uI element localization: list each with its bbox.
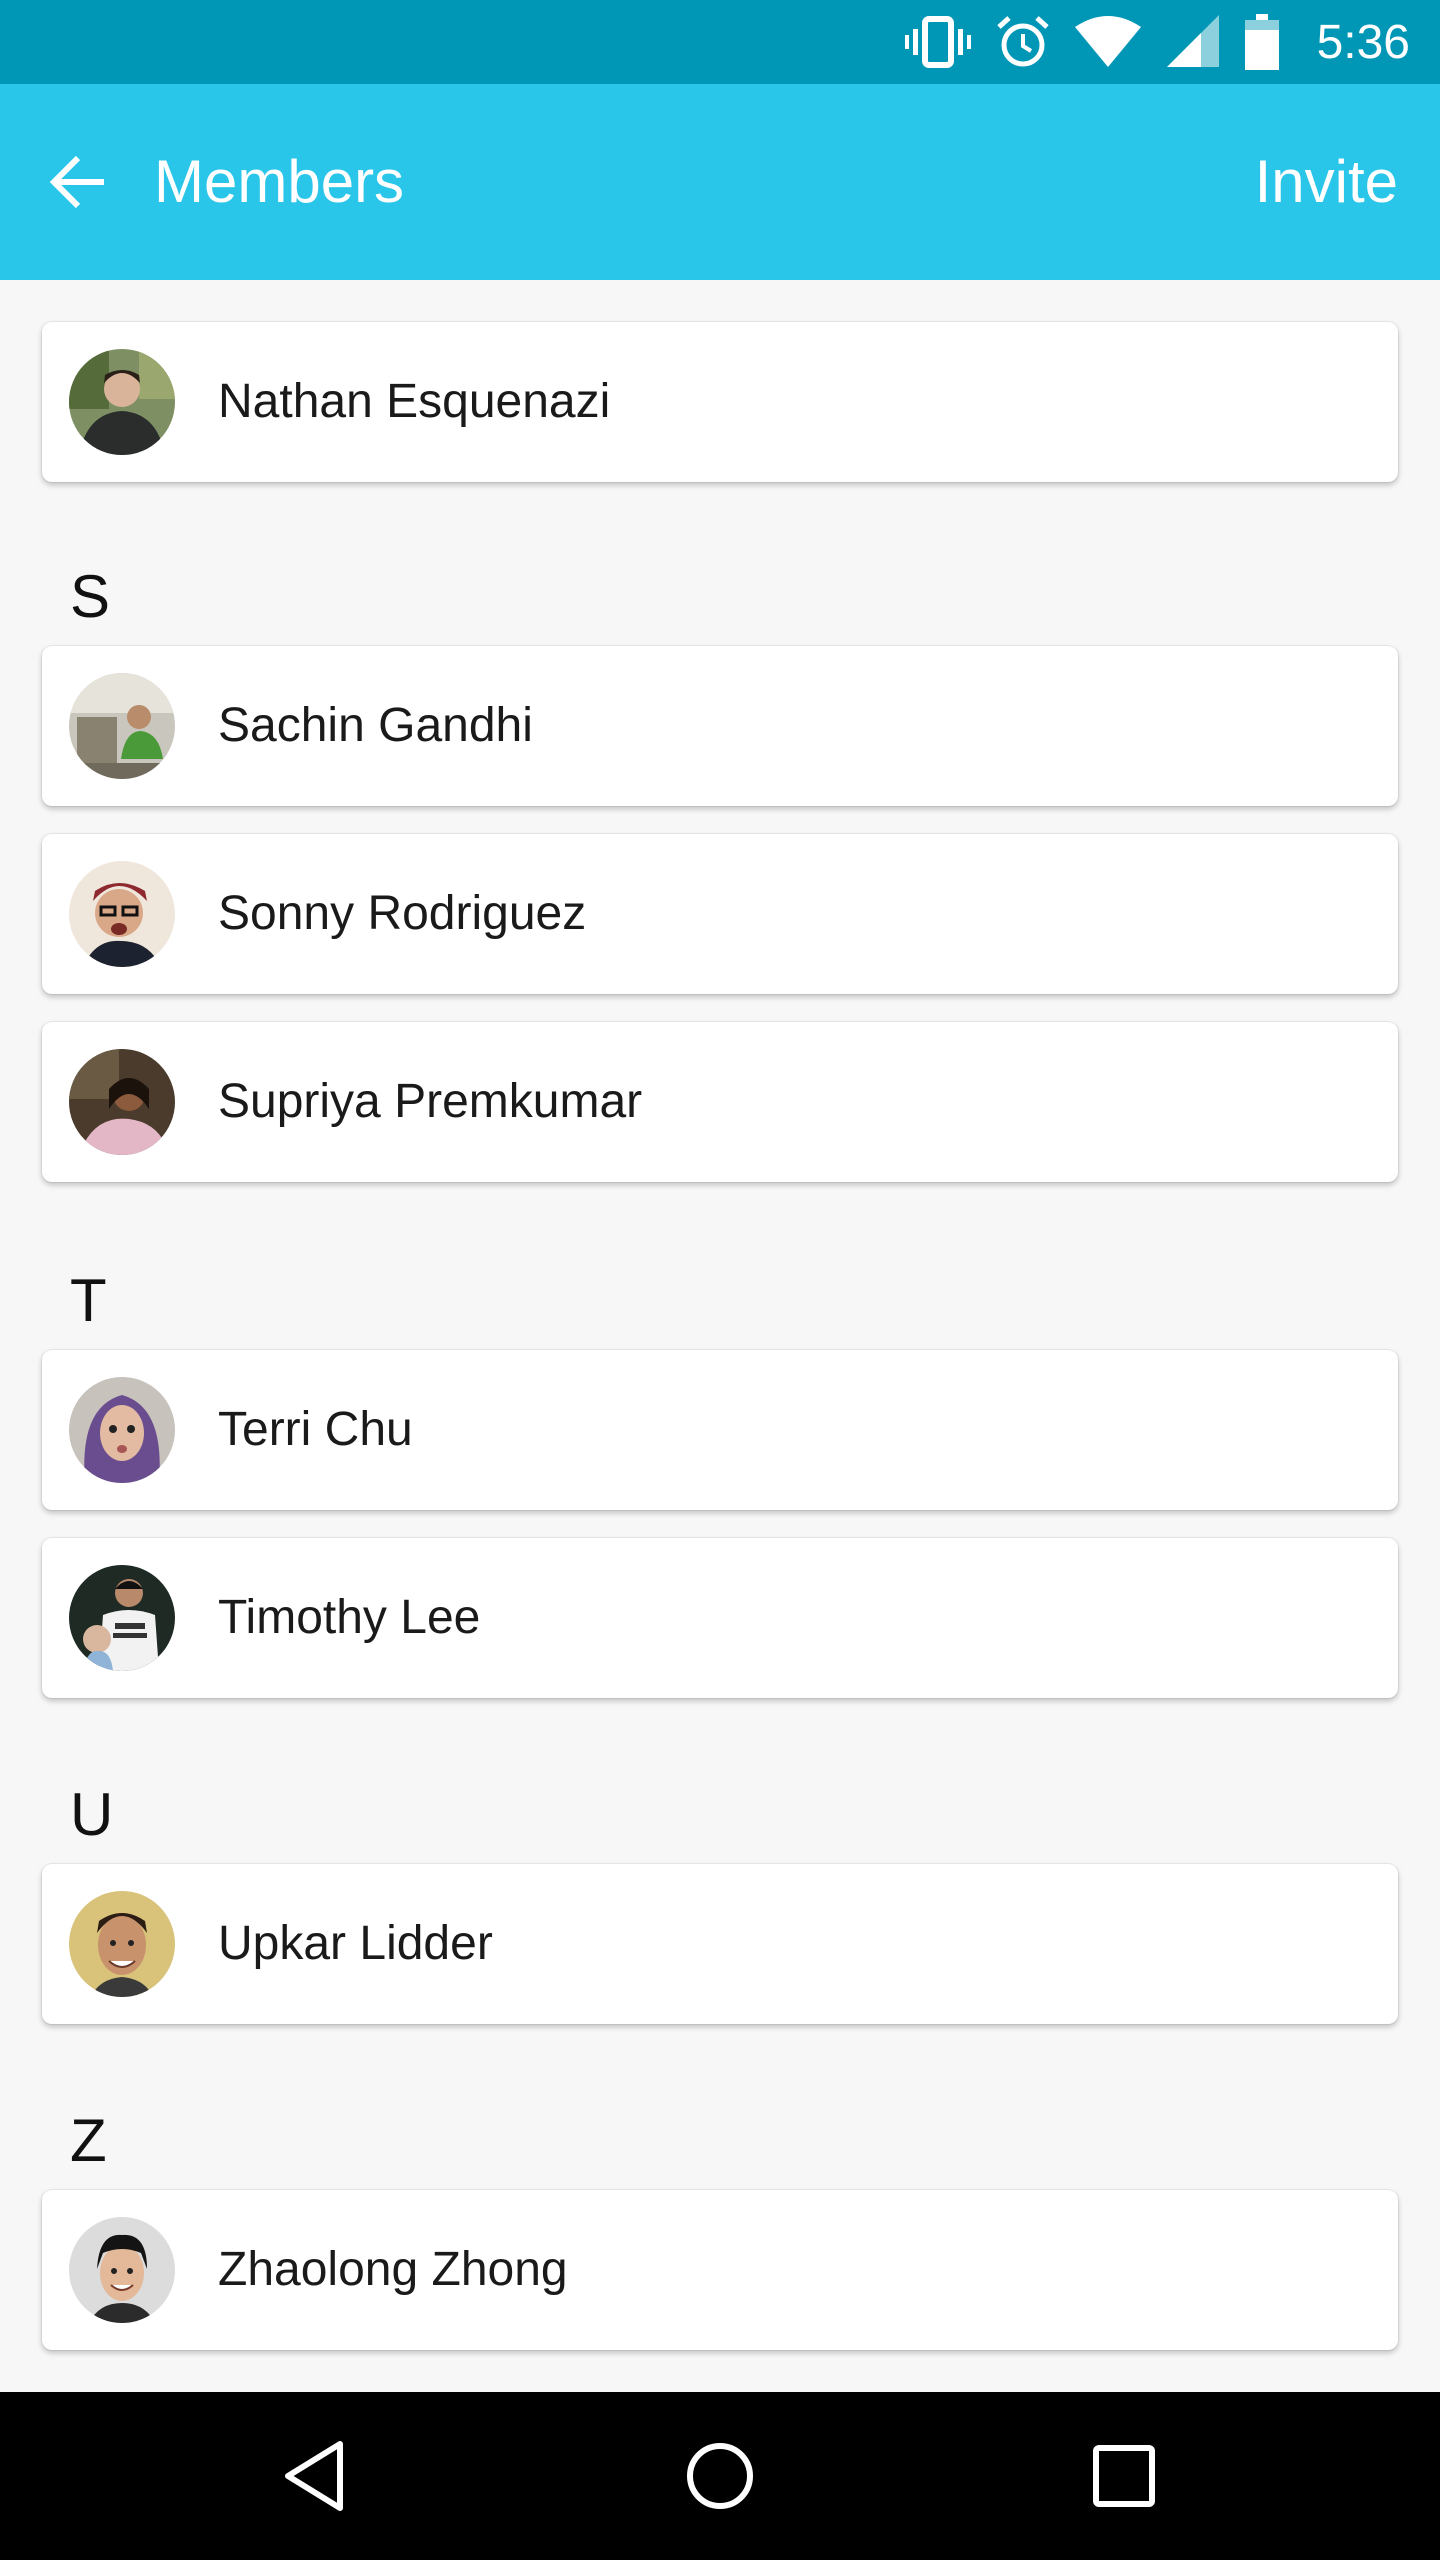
app-bar: Members Invite bbox=[0, 84, 1440, 280]
navigation-bar bbox=[0, 2392, 1440, 2560]
member-name: Supriya Premkumar bbox=[218, 1075, 643, 1128]
page-title: Members bbox=[154, 148, 405, 215]
status-icons: 5:36 bbox=[904, 0, 1410, 84]
nav-home-icon bbox=[687, 2443, 753, 2509]
back-button[interactable] bbox=[30, 134, 126, 230]
nav-recents-button[interactable] bbox=[1064, 2416, 1184, 2536]
member-card[interactable]: Upkar Lidder bbox=[42, 1864, 1398, 2024]
member-name: Timothy Lee bbox=[218, 1591, 481, 1644]
section-header-u: U bbox=[70, 1781, 114, 1848]
member-card[interactable]: Sonny Rodriguez bbox=[42, 834, 1398, 994]
member-name: Sachin Gandhi bbox=[218, 699, 533, 752]
avatar bbox=[69, 861, 175, 967]
avatar bbox=[69, 1049, 175, 1155]
alarm-icon bbox=[996, 16, 1049, 67]
section-header-s: S bbox=[70, 563, 111, 630]
arrow-back-icon bbox=[49, 155, 104, 209]
avatar bbox=[69, 349, 175, 455]
signal-icon bbox=[1166, 15, 1219, 67]
avatar bbox=[69, 1377, 175, 1483]
member-card[interactable]: Terri Chu bbox=[42, 1350, 1398, 1510]
nav-back-icon bbox=[285, 2441, 343, 2511]
vibrate-icon bbox=[904, 16, 971, 68]
wifi-icon bbox=[1074, 16, 1141, 67]
avatar bbox=[69, 1565, 175, 1671]
member-list[interactable]: Nathan Esquenazi S Sachin Gandhi Sonny R… bbox=[0, 280, 1440, 2392]
member-name: Terri Chu bbox=[218, 1403, 413, 1456]
section-header-t: T bbox=[70, 1267, 107, 1334]
member-card[interactable]: Zhaolong Zhong bbox=[42, 2190, 1398, 2350]
section-header-z: Z bbox=[70, 2107, 107, 2174]
avatar bbox=[69, 1891, 175, 1997]
avatar bbox=[69, 2217, 175, 2323]
member-card[interactable]: Sachin Gandhi bbox=[42, 646, 1398, 806]
member-card[interactable]: Nathan Esquenazi bbox=[42, 322, 1398, 482]
member-card[interactable]: Supriya Premkumar bbox=[42, 1022, 1398, 1182]
member-name: Upkar Lidder bbox=[218, 1917, 493, 1970]
member-name: Nathan Esquenazi bbox=[218, 375, 611, 428]
invite-button[interactable]: Invite bbox=[1255, 84, 1398, 280]
status-bar: 5:36 bbox=[0, 0, 1440, 84]
member-name: Sonny Rodriguez bbox=[218, 887, 587, 940]
member-name: Zhaolong Zhong bbox=[218, 2243, 568, 2296]
status-time: 5:36 bbox=[1316, 15, 1410, 69]
nav-back-button[interactable] bbox=[254, 2416, 374, 2536]
battery-icon bbox=[1244, 14, 1279, 70]
member-card[interactable]: Timothy Lee bbox=[42, 1538, 1398, 1698]
nav-home-button[interactable] bbox=[660, 2416, 780, 2536]
nav-recents-icon bbox=[1093, 2445, 1155, 2507]
avatar bbox=[69, 673, 175, 779]
